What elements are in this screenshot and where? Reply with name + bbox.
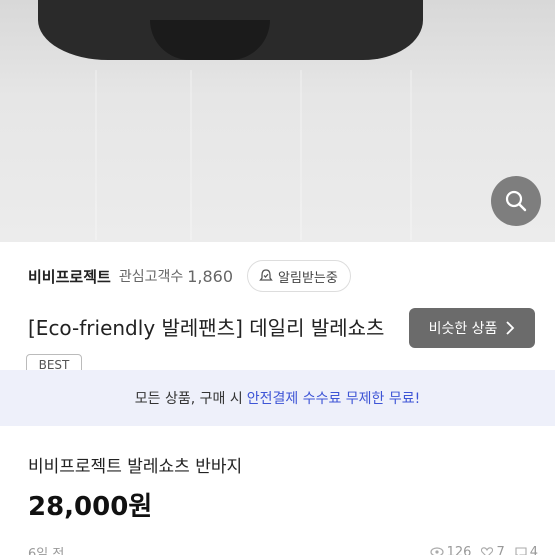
views-count: 126 bbox=[446, 544, 472, 555]
product-price: 28,000원 bbox=[28, 492, 153, 522]
product-stats: 126 7 4 bbox=[430, 545, 538, 555]
zoom-button[interactable] bbox=[491, 176, 541, 226]
similar-products-button[interactable]: 비슷한 상품 bbox=[409, 308, 535, 348]
heart-icon bbox=[481, 546, 494, 555]
likes-count: 7 bbox=[496, 544, 505, 555]
chats-count: 4 bbox=[529, 544, 538, 555]
curtain-fold bbox=[190, 70, 192, 240]
curtain-fold bbox=[410, 70, 412, 240]
fans-label: 관심고객수 bbox=[118, 269, 184, 285]
similar-products-label: 비슷한 상품 bbox=[428, 321, 498, 337]
likes-stat: 7 bbox=[481, 544, 505, 555]
bell-check-icon bbox=[259, 269, 273, 281]
chevron-right-icon bbox=[506, 321, 515, 335]
views-stat: 126 bbox=[430, 544, 472, 555]
product-name: 비비프로젝트 발레쇼츠 반바지 bbox=[28, 457, 243, 477]
shop-name[interactable]: 비비프로젝트 bbox=[28, 266, 111, 287]
notify-button[interactable]: 알림받는중 bbox=[247, 260, 351, 292]
chats-stat: 4 bbox=[515, 545, 538, 555]
posted-time: 6일 전 bbox=[28, 546, 65, 555]
product-photo[interactable] bbox=[0, 0, 555, 242]
banner-text: 모든 상품, 구매 시 bbox=[134, 391, 243, 407]
shop-info: 비비프로젝트 관심고객수 1,860 알림받는중 bbox=[28, 260, 548, 292]
chat-icon bbox=[515, 546, 527, 555]
safe-payment-banner[interactable]: 모든 상품, 구매 시 안전결제 수수료 무제한 무료! bbox=[0, 370, 555, 426]
search-icon bbox=[505, 190, 527, 212]
banner-highlight: 안전결제 수수료 무제한 무료! bbox=[246, 391, 421, 407]
fans-count: 1,860 bbox=[187, 266, 234, 286]
eye-icon bbox=[430, 547, 444, 555]
notify-label: 알림받는중 bbox=[278, 270, 338, 286]
product-meta: 6일 전 126 7 4 bbox=[28, 542, 538, 555]
curtain-fold bbox=[95, 70, 97, 240]
curtain-fold bbox=[300, 70, 302, 240]
